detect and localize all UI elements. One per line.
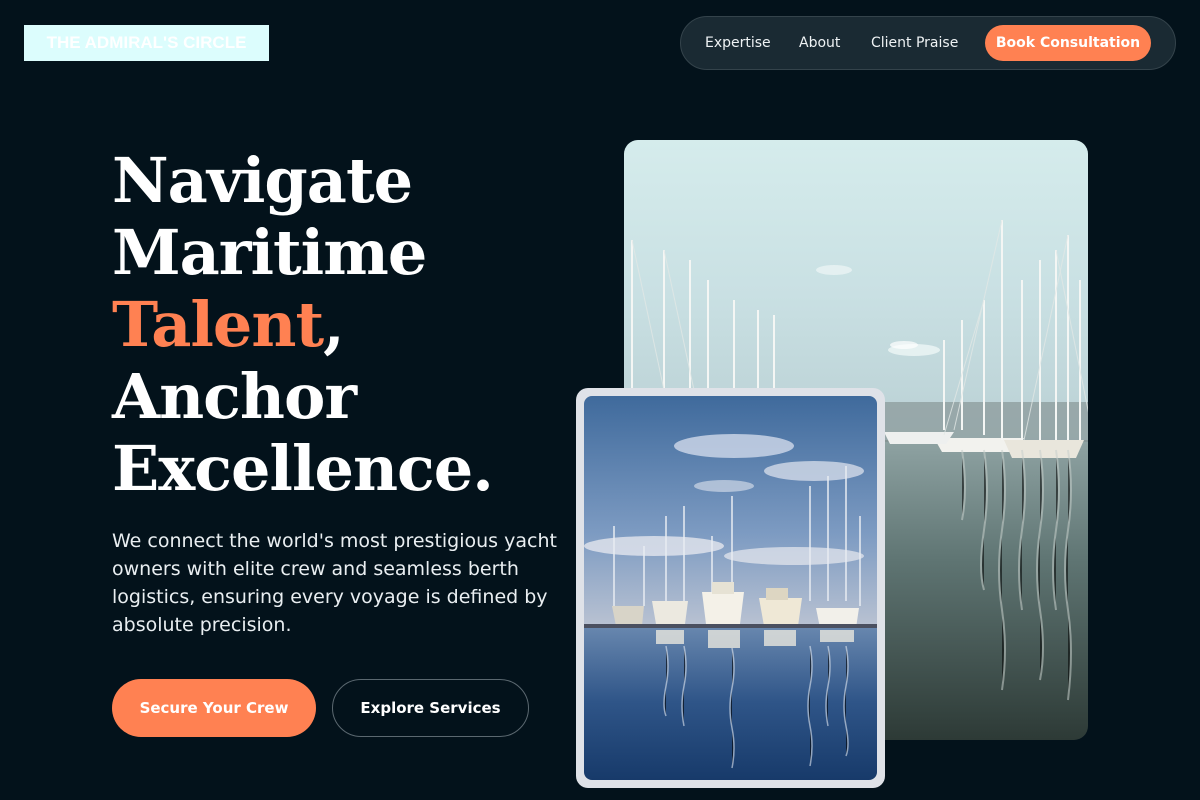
book-consultation-button[interactable]: Book Consultation [985, 25, 1151, 61]
headline-line-4: Anchor [112, 360, 357, 433]
nav-link-expertise[interactable]: Expertise [705, 17, 771, 69]
nav-link-client-praise[interactable]: Client Praise [871, 17, 958, 69]
main-nav: Expertise About Client Praise Book Consu… [680, 16, 1176, 70]
headline-line-5: Excellence. [112, 432, 494, 505]
headline-line-1: Navigate [112, 144, 413, 217]
secure-your-crew-button[interactable]: Secure Your Crew [112, 679, 316, 737]
headline-line-3: Talent, [112, 289, 493, 361]
headline-line-2: Maritime [112, 216, 427, 289]
page: THE ADMIRAL'S CIRCLE Expertise About Cli… [0, 0, 1200, 800]
hero-intro-text: We connect the world's most prestigious … [112, 530, 557, 636]
site-logo[interactable]: THE ADMIRAL'S CIRCLE [24, 25, 269, 61]
headline-accent-word: Talent [112, 288, 324, 361]
marina-yachts-image [584, 396, 877, 780]
logo-text: THE ADMIRAL'S CIRCLE [46, 33, 247, 52]
headline-comma: , [323, 288, 345, 361]
marina-yachts-image-frame [576, 388, 885, 788]
hero-headline: Navigate Maritime Talent, Anchor Excelle… [112, 144, 494, 505]
nav-link-about[interactable]: About [799, 17, 840, 69]
explore-services-button[interactable]: Explore Services [332, 679, 529, 737]
